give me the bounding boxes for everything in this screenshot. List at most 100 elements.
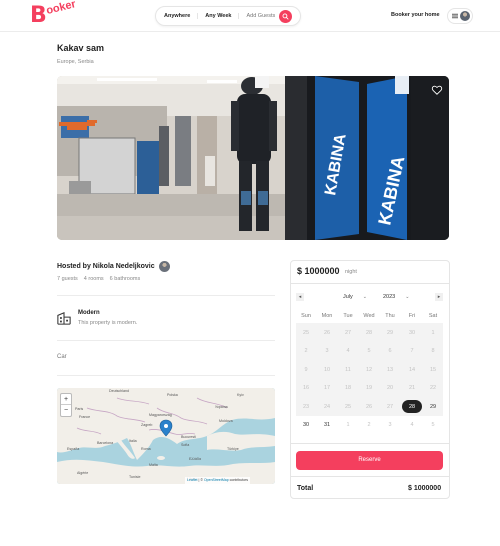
guests-count: 7 guests bbox=[57, 276, 78, 282]
calendar-day: 26 bbox=[323, 330, 331, 336]
calendar-day: 5 bbox=[367, 348, 371, 354]
calendar-day[interactable]: 31 bbox=[317, 421, 337, 429]
calendar-day: 27 bbox=[344, 330, 352, 336]
reserve-button[interactable]: Reserve bbox=[296, 451, 443, 470]
calendar-day: 24 bbox=[323, 404, 331, 410]
map-label: España bbox=[67, 447, 79, 451]
calendar-day: 14 bbox=[408, 367, 416, 373]
calendar-day: 3 bbox=[388, 422, 392, 428]
search-when[interactable]: Any Week bbox=[197, 13, 240, 19]
map-label: Magyarország bbox=[149, 413, 172, 417]
calendar-day: 20 bbox=[386, 385, 394, 391]
divider bbox=[290, 283, 450, 284]
map-label: Paris bbox=[75, 407, 83, 411]
calendar-day: 2 bbox=[304, 348, 308, 354]
map-label: Türkiye bbox=[227, 447, 239, 451]
total-label: Total bbox=[297, 485, 314, 492]
listing-description: Car bbox=[57, 354, 67, 360]
calendar-day: 2 bbox=[367, 422, 371, 428]
category-description: This property is modern. bbox=[78, 320, 138, 326]
calendar-day: 10 bbox=[323, 367, 331, 373]
divider bbox=[57, 340, 275, 341]
map-label: Sofia bbox=[181, 443, 189, 447]
leaflet-link[interactable]: Leaflet bbox=[187, 478, 198, 482]
calendar-day: 6 bbox=[388, 348, 392, 354]
calendar-day: 13 bbox=[386, 367, 394, 373]
divider bbox=[57, 375, 275, 376]
attribution-text: contributors bbox=[229, 478, 248, 482]
price-per-night: $ 1000000 bbox=[297, 266, 340, 276]
divider bbox=[290, 443, 450, 444]
host-avatar bbox=[158, 261, 170, 272]
calendar-day: 23 bbox=[302, 404, 310, 410]
map-label: Bucuresti bbox=[181, 435, 196, 439]
calendar-day: 1 bbox=[346, 422, 350, 428]
calendar-day: 29 bbox=[386, 330, 394, 336]
map-label: Barcelona bbox=[97, 441, 113, 445]
map-label: Roma bbox=[141, 447, 151, 451]
location-map[interactable]: Deutschland Polska France Italia España … bbox=[57, 388, 275, 484]
calendar-day: 21 bbox=[408, 385, 416, 391]
rooms-count: 4 rooms bbox=[83, 276, 104, 282]
search-button[interactable] bbox=[279, 9, 293, 23]
search-where[interactable]: Anywhere bbox=[156, 13, 197, 19]
calendar-day: 22 bbox=[429, 385, 437, 391]
zoom-out-button[interactable]: − bbox=[61, 405, 71, 416]
month-select[interactable]: July ⌄ bbox=[343, 294, 367, 300]
avatar bbox=[460, 11, 470, 21]
prev-month-button[interactable]: ◂ bbox=[296, 293, 304, 301]
logo-initial: B bbox=[30, 3, 47, 28]
calendar-day: 28 bbox=[365, 330, 373, 336]
host-link[interactable]: Booker your home bbox=[391, 12, 440, 18]
calendar-day: 12 bbox=[365, 367, 373, 373]
host-info: Hosted by Nikola Nedeljkovic bbox=[57, 261, 170, 272]
osm-link[interactable]: OpenStreetMap bbox=[204, 478, 229, 482]
divider bbox=[290, 476, 450, 477]
calendar-day: 7 bbox=[410, 348, 414, 354]
weekday-label: Sun bbox=[301, 313, 311, 319]
logo[interactable]: B ooker bbox=[30, 0, 78, 28]
map-label: Italia bbox=[129, 439, 137, 443]
price-unit: night bbox=[345, 269, 357, 275]
listing-stats: 7 guests 4 rooms 6 bathrooms bbox=[57, 276, 140, 282]
calendar-day: 17 bbox=[323, 385, 331, 391]
calendar-day: 26 bbox=[365, 404, 373, 410]
map-label: Ελλάδα bbox=[189, 457, 201, 461]
weekday-label: Tue bbox=[343, 313, 353, 319]
calendar-day: 11 bbox=[345, 367, 351, 373]
building-icon bbox=[57, 311, 71, 325]
listing-title: Kakav sam bbox=[57, 43, 105, 53]
year-value: 2023 bbox=[383, 294, 396, 300]
map-label: Deutschland bbox=[109, 389, 129, 393]
calendar-day: 9 bbox=[304, 367, 308, 373]
divider bbox=[57, 295, 275, 296]
category-name: Modern bbox=[78, 310, 100, 316]
total-value: $ 1000000 bbox=[408, 485, 442, 492]
map-zoom-control: + − bbox=[60, 393, 72, 417]
logo-text: ooker bbox=[44, 0, 77, 18]
year-select[interactable]: 2023 ⌄ bbox=[383, 294, 409, 300]
weekday-label: Fri bbox=[408, 313, 416, 319]
map-label: France bbox=[79, 415, 90, 419]
calendar-day: 4 bbox=[346, 348, 350, 354]
search-guests[interactable]: Add Guests bbox=[239, 13, 277, 19]
calendar-day: 18 bbox=[344, 385, 352, 391]
listing-image: KABINA KABINA bbox=[57, 76, 449, 240]
month-value: July bbox=[343, 294, 353, 300]
map-tiles: Deutschland Polska France Italia España … bbox=[57, 388, 275, 484]
map-attribution: Leaflet | © OpenStreetMap contributors bbox=[185, 477, 250, 484]
next-month-button[interactable]: ▸ bbox=[435, 293, 443, 301]
zoom-in-button[interactable]: + bbox=[61, 394, 71, 405]
calendar-day: 25 bbox=[302, 330, 310, 336]
calendar-day: 30 bbox=[408, 330, 416, 336]
map-label: Moldova bbox=[219, 419, 233, 423]
calendar-day[interactable]: 30 bbox=[296, 421, 316, 429]
calendar-day[interactable]: 29 bbox=[423, 403, 443, 411]
calendar-day-selected[interactable]: 28 bbox=[402, 403, 422, 411]
calendar-day: 5 bbox=[431, 422, 435, 428]
user-menu-button[interactable] bbox=[447, 8, 473, 24]
search-bar[interactable]: Anywhere Any Week Add Guests bbox=[155, 6, 301, 26]
heart-icon[interactable] bbox=[431, 84, 443, 96]
calendar-day: 3 bbox=[325, 348, 329, 354]
map-label: Algérie bbox=[77, 471, 88, 475]
